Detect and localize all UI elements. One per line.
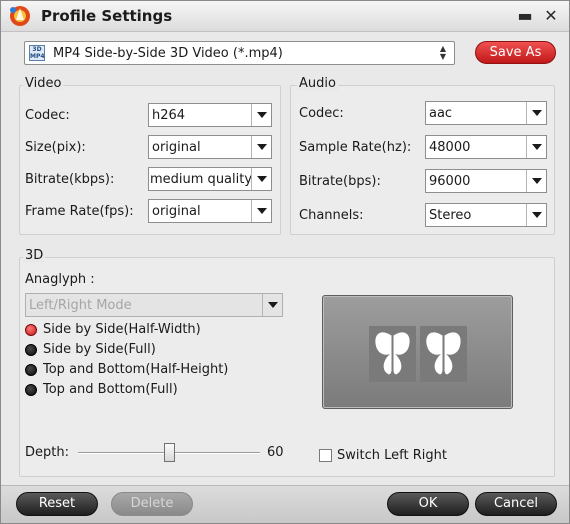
- chevron-down-icon[interactable]: [526, 102, 546, 124]
- close-icon[interactable]: ✕: [542, 7, 560, 25]
- radio-top-bottom-half[interactable]: [25, 364, 37, 376]
- chevron-down-icon[interactable]: [526, 136, 546, 158]
- chevron-down-icon[interactable]: [526, 170, 546, 192]
- audio-channels-select[interactable]: Stereo: [425, 203, 547, 227]
- audio-bitrate-value: 96000: [429, 174, 471, 189]
- video-codec-value: h264: [152, 108, 186, 123]
- delete-button[interactable]: Delete: [111, 492, 193, 516]
- mode-label-top-bottom-half[interactable]: Top and Bottom(Half-Height): [43, 362, 228, 377]
- app-logo-icon: [10, 6, 30, 26]
- minimize-icon[interactable]: ▬: [516, 7, 534, 25]
- audio-channels-label: Channels:: [299, 208, 364, 223]
- anaglyph-label: Anaglyph :: [25, 272, 95, 287]
- chevron-down-icon[interactable]: [251, 136, 271, 158]
- audio-channels-value: Stereo: [429, 208, 472, 223]
- video-bitrate-label: Bitrate(kbps):: [25, 172, 115, 187]
- depth-value: 60: [267, 445, 284, 460]
- audio-codec-select[interactable]: aac: [425, 101, 547, 125]
- mode-label-side-by-side-full[interactable]: Side by Side(Full): [43, 342, 156, 357]
- chevron-down-icon[interactable]: [526, 204, 546, 226]
- profile-icon-text-top: 3D: [32, 46, 42, 53]
- anaglyph-value: Left/Right Mode: [29, 298, 132, 313]
- switch-left-right-checkbox[interactable]: [319, 449, 332, 462]
- audio-samplerate-select[interactable]: 48000: [425, 135, 547, 159]
- video-codec-label: Codec:: [25, 108, 70, 123]
- profile-dropdown[interactable]: 3D MP4 MP4 Side-by-Side 3D Video (*.mp4)…: [24, 41, 455, 65]
- video-framerate-label: Frame Rate(fps):: [25, 204, 134, 219]
- up-down-arrows-icon: ▲ ▼: [439, 44, 447, 61]
- window-title: Profile Settings: [41, 7, 173, 25]
- ok-button[interactable]: OK: [387, 492, 469, 516]
- audio-bitrate-label: Bitrate(bps):: [299, 174, 381, 189]
- anaglyph-select[interactable]: Left/Right Mode: [25, 293, 283, 317]
- mode-label-top-bottom-full[interactable]: Top and Bottom(Full): [43, 382, 178, 397]
- radio-side-by-side-full[interactable]: [25, 344, 37, 356]
- butterfly-right-icon: [420, 326, 467, 382]
- audio-codec-label: Codec:: [299, 106, 344, 121]
- mode-label-side-by-side-half[interactable]: Side by Side(Half-Width): [43, 322, 201, 337]
- three-d-group-title: 3D: [23, 248, 46, 263]
- switch-left-right-label[interactable]: Switch Left Right: [337, 448, 447, 463]
- three-d-preview: [322, 295, 513, 409]
- chevron-down-icon[interactable]: [262, 294, 282, 316]
- reset-button[interactable]: Reset: [16, 492, 98, 516]
- audio-samplerate-label: Sample Rate(hz):: [299, 140, 412, 155]
- cancel-button[interactable]: Cancel: [475, 492, 557, 516]
- video-bitrate-value: medium quality: [150, 172, 253, 187]
- video-size-select[interactable]: original: [148, 135, 272, 159]
- depth-slider-thumb[interactable]: [164, 443, 175, 462]
- video-bitrate-select[interactable]: medium quality: [148, 167, 272, 191]
- video-framerate-value: original: [152, 204, 201, 219]
- video-framerate-select[interactable]: original: [148, 199, 272, 223]
- depth-label: Depth:: [25, 445, 69, 460]
- video-size-label: Size(pix):: [25, 140, 86, 155]
- save-as-button[interactable]: Save As: [475, 41, 556, 64]
- audio-group-title: Audio: [297, 76, 338, 91]
- 3d-mp4-icon: 3D MP4: [29, 45, 45, 61]
- radio-top-bottom-full[interactable]: [25, 384, 37, 396]
- profile-settings-window: Profile Settings ▬ ✕ 3D MP4 MP4 Side-by-…: [0, 0, 570, 524]
- profile-icon-text-bottom: MP4: [30, 53, 45, 60]
- video-codec-select[interactable]: h264: [148, 103, 272, 127]
- chevron-down-icon[interactable]: [251, 168, 271, 190]
- audio-codec-value: aac: [429, 106, 453, 121]
- radio-side-by-side-half[interactable]: [25, 324, 37, 336]
- title-bar: Profile Settings ▬ ✕: [1, 1, 569, 32]
- chevron-down-icon[interactable]: [251, 104, 271, 126]
- butterfly-left-icon: [369, 326, 416, 382]
- chevron-down-icon[interactable]: [251, 200, 271, 222]
- video-group-title: Video: [23, 76, 64, 91]
- audio-bitrate-select[interactable]: 96000: [425, 169, 547, 193]
- audio-samplerate-value: 48000: [429, 140, 471, 155]
- video-size-value: original: [152, 140, 201, 155]
- profile-selected-value: MP4 Side-by-Side 3D Video (*.mp4): [53, 46, 283, 61]
